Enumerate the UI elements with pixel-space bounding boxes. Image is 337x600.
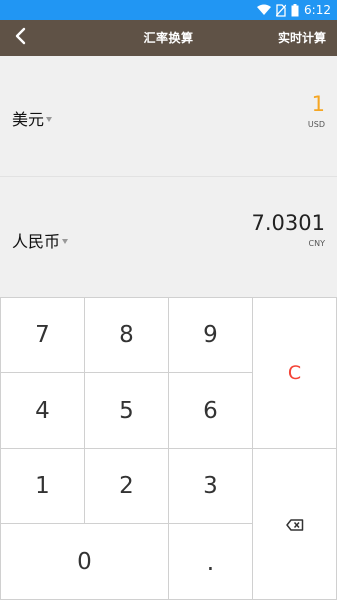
currency-name: 人民币 bbox=[12, 232, 61, 251]
backspace-icon bbox=[285, 511, 304, 537]
key-8[interactable]: 8 bbox=[85, 297, 169, 373]
key-6[interactable]: 6 bbox=[169, 373, 253, 449]
currency-selector-source[interactable]: 美元 bbox=[12, 106, 53, 130]
dropdown-caret-icon bbox=[62, 238, 69, 244]
key-0[interactable]: 0 bbox=[0, 524, 169, 600]
currency-selector-target[interactable]: 人民币 bbox=[12, 228, 69, 252]
currency-code: USD bbox=[307, 120, 325, 129]
currency-code: CNY bbox=[308, 239, 325, 248]
key-decimal-point[interactable]: . bbox=[169, 524, 253, 600]
key-7[interactable]: 7 bbox=[0, 297, 85, 373]
currency-amount: 7.0301 bbox=[251, 211, 325, 235]
key-4[interactable]: 4 bbox=[0, 373, 85, 449]
key-2[interactable]: 2 bbox=[85, 449, 169, 524]
key-1[interactable]: 1 bbox=[0, 449, 85, 524]
app-bar: 汇率换算 实时计算 bbox=[0, 20, 337, 56]
realtime-calc-button[interactable]: 实时计算 bbox=[278, 20, 326, 56]
status-time: 6:12 bbox=[304, 3, 331, 17]
numeric-keypad: 7 8 9 C 4 5 6 1 2 3 0 . bbox=[0, 297, 337, 600]
no-sim-icon bbox=[276, 3, 287, 17]
backspace-button[interactable] bbox=[253, 449, 337, 600]
clear-button[interactable]: C bbox=[253, 297, 337, 449]
currency-amount: 1 bbox=[311, 92, 325, 116]
wifi-icon bbox=[257, 4, 272, 16]
exchange-rate-screen: 6:12 汇率换算 实时计算 美元 1 USD 人民币 7.0301 CNY 7… bbox=[0, 0, 337, 600]
currency-panel: 美元 1 USD 人民币 7.0301 CNY bbox=[0, 56, 337, 297]
status-bar: 6:12 bbox=[0, 0, 337, 20]
dropdown-caret-icon bbox=[46, 116, 53, 122]
currency-name: 美元 bbox=[12, 110, 45, 129]
currency-row-target[interactable]: 人民币 7.0301 CNY bbox=[0, 177, 337, 297]
key-5[interactable]: 5 bbox=[85, 373, 169, 449]
battery-icon bbox=[291, 3, 299, 17]
status-icons: 6:12 bbox=[257, 2, 331, 18]
currency-row-source[interactable]: 美元 1 USD bbox=[0, 56, 337, 177]
key-9[interactable]: 9 bbox=[169, 297, 253, 373]
key-3[interactable]: 3 bbox=[169, 449, 253, 524]
